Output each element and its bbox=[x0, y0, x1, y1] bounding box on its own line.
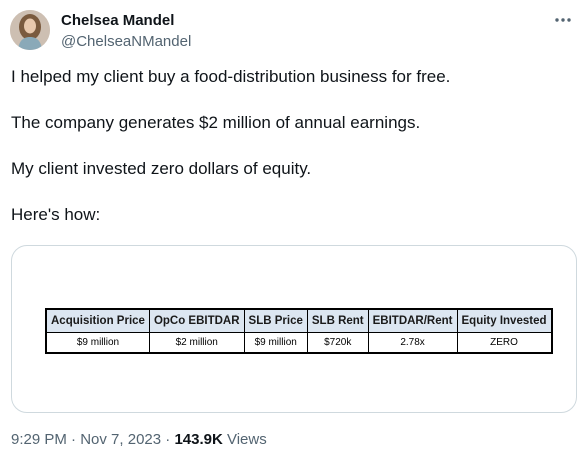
table-header-row: Acquisition Price OpCo EBITDAR SLB Price… bbox=[45, 308, 552, 333]
tweet-paragraph: The company generates $2 million of annu… bbox=[11, 113, 421, 132]
table-header-cell: Equity Invested bbox=[456, 308, 552, 333]
table-cell: 2.78x bbox=[367, 331, 458, 354]
tweet-paragraph: My client invested zero dollars of equit… bbox=[11, 159, 312, 178]
tweet-paragraph: I helped my client buy a food-distributi… bbox=[11, 67, 451, 86]
tweet-text: I helped my client buy a food-distributi… bbox=[11, 66, 576, 250]
tweet-date[interactable]: Nov 7, 2023 bbox=[80, 431, 161, 448]
views-label: Views bbox=[222, 431, 267, 448]
author-name[interactable]: Chelsea Mandel bbox=[61, 12, 174, 29]
table-cell: $9 million bbox=[45, 331, 150, 354]
more-button[interactable] bbox=[551, 10, 575, 30]
table-header-cell: Acquisition Price bbox=[45, 308, 150, 333]
deal-table: Acquisition Price OpCo EBITDAR SLB Price… bbox=[45, 308, 553, 354]
tweet-meta: 9:29 PM · Nov 7, 2023 · 143.9K Views bbox=[11, 431, 267, 448]
table-header-cell: SLB Price bbox=[243, 308, 308, 333]
author-handle[interactable]: @ChelseaNMandel bbox=[61, 33, 191, 50]
more-icon bbox=[555, 18, 571, 22]
table-cell: $9 million bbox=[243, 331, 308, 354]
table-cell: $720k bbox=[306, 331, 369, 354]
table-cell: ZERO bbox=[456, 331, 552, 354]
table-row: $9 million $2 million $9 million $720k 2… bbox=[45, 331, 552, 354]
meta-separator: · bbox=[66, 431, 81, 448]
table-cell: $2 million bbox=[148, 331, 245, 354]
views-count: 143.9K bbox=[174, 431, 223, 448]
table-header-cell: SLB Rent bbox=[306, 308, 369, 333]
table-header-cell: OpCo EBITDAR bbox=[148, 308, 245, 333]
profile-photo-icon bbox=[10, 10, 50, 50]
avatar[interactable] bbox=[10, 10, 50, 50]
media-image[interactable]: Acquisition Price OpCo EBITDAR SLB Price… bbox=[11, 245, 577, 413]
meta-separator: · bbox=[161, 431, 175, 448]
table-header-cell: EBITDAR/Rent bbox=[367, 308, 458, 333]
tweet-paragraph: Here's how: bbox=[11, 205, 101, 224]
tweet-time[interactable]: 9:29 PM bbox=[11, 431, 67, 448]
